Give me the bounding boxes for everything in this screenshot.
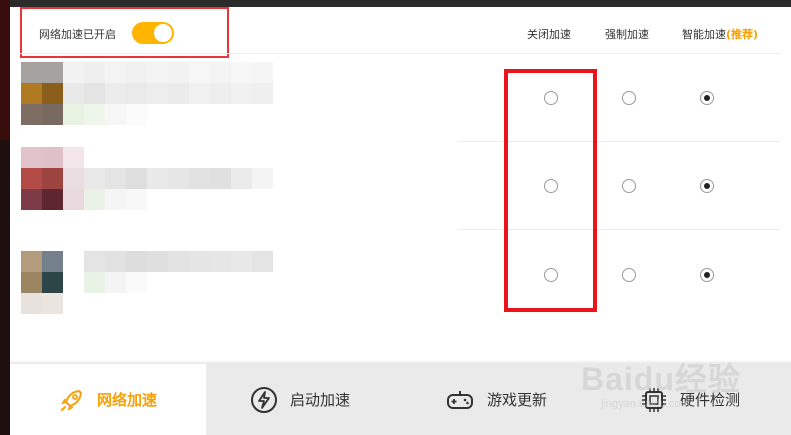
tab-network-acceleration[interactable]: 网络加速 [10, 364, 206, 435]
header-divider [20, 53, 780, 54]
acceleration-status-label: 网络加速已开启 [39, 28, 116, 41]
window-top-edge [10, 0, 791, 7]
radio-force-acceleration[interactable] [622, 179, 636, 193]
bottom-tab-bar: 网络加速 启动加速 游戏更新 硬件检测 [10, 364, 791, 435]
chip-icon [642, 387, 666, 412]
acceleration-toggle-switch[interactable] [132, 22, 174, 44]
column-header-off: 关闭加速 [527, 28, 571, 41]
switch-knob [154, 24, 172, 42]
rocket-icon [60, 389, 82, 411]
radio-force-acceleration[interactable] [622, 91, 636, 105]
tab-game-update[interactable]: 游戏更新 [445, 364, 547, 435]
tab-label: 游戏更新 [487, 391, 548, 409]
tab-startup-acceleration[interactable]: 启动加速 [250, 364, 350, 435]
radio-smart-acceleration[interactable] [700, 268, 714, 282]
column-header-force: 强制加速 [605, 28, 649, 41]
gamepad-icon [447, 390, 473, 409]
column-header-smart-label: 智能加速 [682, 28, 726, 41]
lightning-icon [251, 386, 277, 413]
recommended-tag: (推荐) [726, 28, 759, 41]
window-left-edge [0, 0, 10, 435]
radio-force-acceleration[interactable] [622, 268, 636, 282]
radio-smart-acceleration[interactable] [700, 91, 714, 105]
game-thumbnail-blurred [21, 147, 273, 210]
tab-hardware-check[interactable]: 硬件检测 [640, 364, 740, 435]
column-header-smart: 智能加速(推荐) [682, 26, 758, 42]
radio-smart-acceleration[interactable] [700, 179, 714, 193]
tab-label: 硬件检测 [680, 391, 741, 409]
annotation-box-off-column [504, 69, 597, 312]
tab-label: 网络加速 [96, 391, 157, 409]
tab-label: 启动加速 [290, 391, 351, 409]
game-thumbnail-blurred [21, 62, 273, 125]
game-thumbnail-blurred [21, 251, 273, 314]
